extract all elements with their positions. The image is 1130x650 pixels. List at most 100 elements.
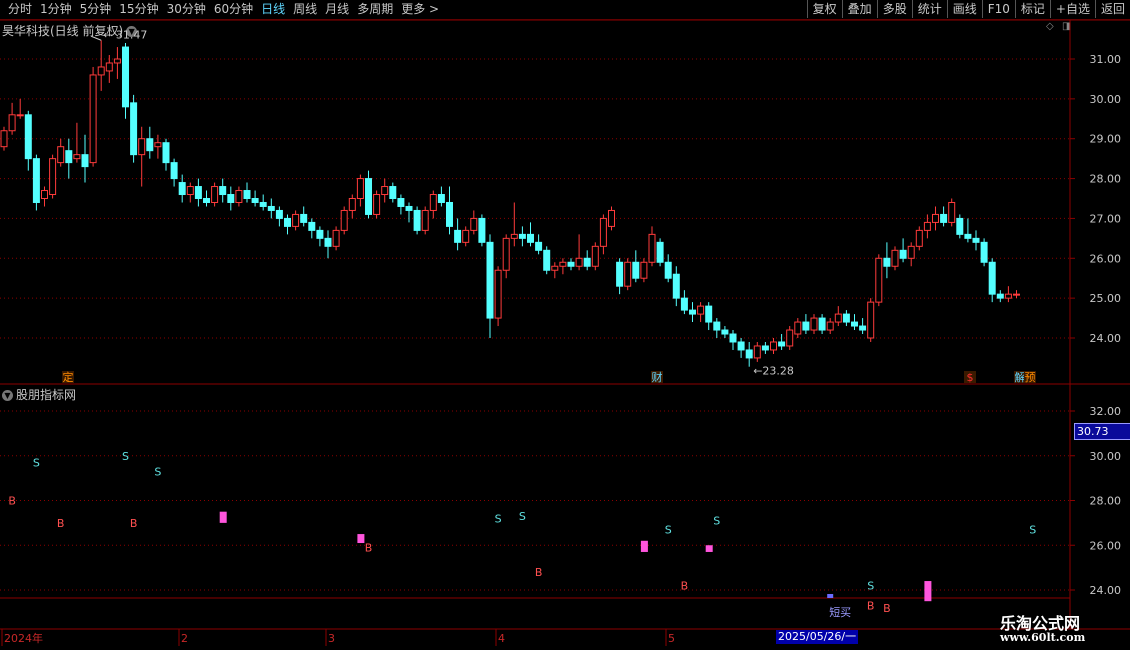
y-tick-label: 31.00 bbox=[1090, 53, 1122, 66]
watermark-url: www.60lt.com bbox=[1000, 631, 1086, 644]
candle-body bbox=[834, 313, 842, 323]
candle-body bbox=[32, 158, 40, 203]
candle-body bbox=[535, 241, 543, 251]
event-marker: 定 bbox=[63, 370, 74, 384]
candle-body bbox=[454, 229, 462, 243]
candle-body bbox=[194, 186, 202, 200]
candle-body bbox=[705, 305, 713, 323]
candle-body bbox=[105, 62, 113, 72]
signal-b: B bbox=[535, 566, 543, 579]
candle-body bbox=[251, 198, 259, 203]
candle-body bbox=[41, 190, 48, 199]
candle-body bbox=[57, 146, 65, 164]
candle-body bbox=[640, 261, 648, 279]
signal-bar bbox=[924, 581, 932, 602]
candle-body bbox=[81, 154, 89, 168]
candle-body bbox=[867, 301, 875, 339]
candle-body bbox=[421, 209, 429, 231]
cursor-date: 2025/05/26/一 bbox=[776, 630, 858, 644]
candle-body bbox=[575, 257, 583, 267]
candle-body bbox=[875, 257, 883, 303]
candle-body bbox=[405, 205, 413, 211]
candle-body bbox=[178, 182, 186, 196]
candle-body bbox=[8, 114, 16, 132]
candle-body bbox=[794, 321, 802, 335]
candle-body bbox=[446, 201, 453, 227]
candle-body bbox=[300, 213, 308, 223]
signal-s: S bbox=[33, 456, 40, 469]
candle-body bbox=[648, 233, 656, 263]
candle-body bbox=[689, 309, 696, 315]
y-tick-label: 24.00 bbox=[1090, 584, 1122, 597]
signal-b: B bbox=[883, 602, 891, 615]
candle-body bbox=[802, 321, 810, 331]
y-tick-label: 24.00 bbox=[1090, 332, 1122, 345]
x-tick-label: 3 bbox=[328, 632, 335, 645]
candle-body bbox=[1013, 293, 1020, 296]
candle-body bbox=[940, 213, 948, 223]
candle-body bbox=[138, 138, 146, 156]
candle-body bbox=[413, 209, 421, 231]
low-label: ←23.28 bbox=[753, 365, 794, 378]
signal-b: B bbox=[867, 600, 875, 613]
candle-body bbox=[211, 186, 219, 203]
candle-body bbox=[154, 142, 162, 148]
kline-chart[interactable]: 31.00 30.00 29.00 28.00 27.00 26.00 25.00 24.00… bbox=[0, 0, 1130, 650]
candle-body bbox=[324, 237, 332, 247]
candle-body bbox=[292, 213, 300, 227]
candle-body bbox=[915, 229, 923, 247]
y-tick-label: 29.00 bbox=[1090, 133, 1122, 146]
candle-body bbox=[340, 209, 348, 231]
candle-body bbox=[219, 186, 227, 196]
candle-body bbox=[583, 257, 591, 267]
high-arrow bbox=[91, 35, 102, 41]
candle-body bbox=[551, 265, 559, 271]
candle-body bbox=[243, 190, 251, 199]
y-tick-label: 30.00 bbox=[1090, 450, 1122, 463]
candle-body bbox=[437, 194, 445, 203]
candle-body bbox=[113, 58, 121, 64]
candle-body bbox=[608, 209, 615, 227]
candle-body bbox=[842, 313, 850, 323]
candle-body bbox=[778, 341, 786, 347]
candle-body bbox=[737, 341, 745, 351]
candle-body bbox=[988, 261, 996, 295]
y-tick-label: 26.00 bbox=[1090, 252, 1122, 265]
candle-body bbox=[761, 345, 769, 351]
candle-body bbox=[308, 221, 316, 231]
candle-body bbox=[770, 341, 777, 351]
signal-b: B bbox=[57, 517, 65, 530]
x-tick-label: 5 bbox=[668, 632, 675, 645]
current-value-box: 30.73 bbox=[1074, 423, 1130, 440]
y-tick-label: 28.00 bbox=[1090, 173, 1122, 186]
candle-body bbox=[996, 293, 1004, 299]
candle-body bbox=[267, 205, 275, 211]
signal-bar bbox=[705, 545, 713, 552]
candle-body bbox=[122, 46, 129, 108]
signal-b: B bbox=[8, 495, 16, 508]
candle-body bbox=[365, 178, 372, 215]
candle-body bbox=[972, 237, 980, 243]
candle-body bbox=[527, 233, 534, 243]
candle-body bbox=[810, 317, 818, 331]
candle-body bbox=[656, 241, 664, 263]
candle-body bbox=[680, 297, 688, 311]
signal-s: S bbox=[665, 524, 672, 537]
signal-bar bbox=[219, 511, 227, 523]
candle-body bbox=[130, 102, 138, 156]
candle-body bbox=[146, 138, 154, 152]
y-tick-label: 25.00 bbox=[1090, 292, 1122, 305]
candle-body bbox=[964, 233, 972, 239]
candle-body bbox=[235, 190, 243, 203]
x-tick-label: 2024年 bbox=[4, 631, 43, 645]
candle-body bbox=[851, 321, 858, 327]
y-tick-label: 28.00 bbox=[1090, 495, 1122, 508]
candle-body bbox=[745, 349, 753, 359]
signal-b: B bbox=[681, 580, 689, 593]
signal-s: S bbox=[713, 515, 720, 528]
candle-body bbox=[591, 245, 599, 267]
candle-body bbox=[721, 329, 729, 335]
candle-body bbox=[494, 269, 502, 319]
x-tick-label: 2 bbox=[181, 632, 188, 645]
candle-body bbox=[478, 217, 486, 243]
